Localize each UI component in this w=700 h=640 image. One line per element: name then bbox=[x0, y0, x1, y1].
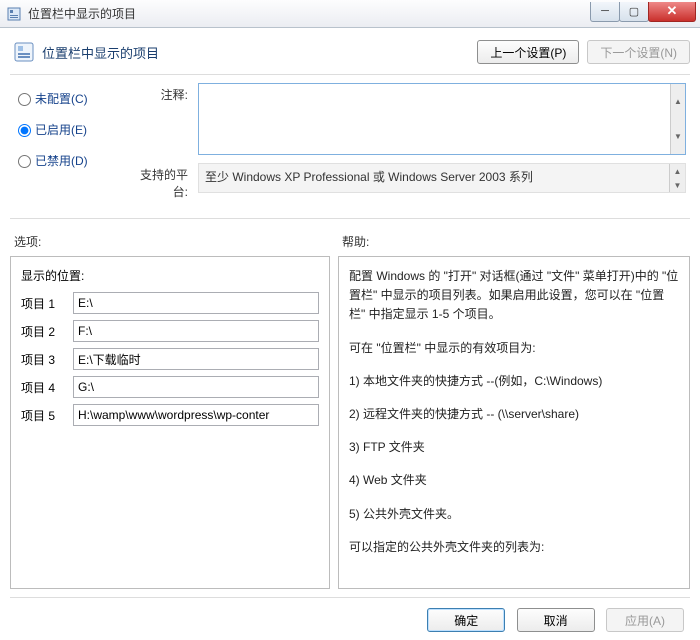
item-2-input[interactable] bbox=[73, 320, 319, 342]
comment-textarea[interactable] bbox=[198, 83, 686, 155]
state-radio-group: 未配置(C) 已启用(E) 已禁用(D) bbox=[18, 83, 128, 208]
maximize-button[interactable]: ▢ bbox=[619, 2, 649, 22]
help-label: 帮助: bbox=[342, 233, 369, 250]
page-title: 位置栏中显示的项目 bbox=[42, 43, 469, 62]
policy-icon bbox=[14, 42, 34, 62]
window-buttons: ─ ▢ ✕ bbox=[591, 2, 696, 22]
minimize-button[interactable]: ─ bbox=[590, 2, 620, 22]
comment-scrollbar[interactable]: ▲▼ bbox=[670, 83, 686, 155]
help-text: 3) FTP 文件夹 bbox=[349, 438, 679, 457]
radio-enabled[interactable]: 已启用(E) bbox=[18, 114, 128, 145]
help-text: 5) 公共外壳文件夹。 bbox=[349, 505, 679, 524]
ok-button[interactable]: 确定 bbox=[427, 608, 505, 632]
prev-setting-button[interactable]: 上一个设置(P) bbox=[477, 40, 579, 64]
options-section-title: 显示的位置: bbox=[21, 267, 319, 284]
help-text: 配置 Windows 的 "打开" 对话框(通过 "文件" 菜单打开)中的 "位… bbox=[349, 267, 679, 325]
options-label: 选项: bbox=[14, 233, 342, 250]
options-pane: 显示的位置: 项目 1 项目 2 项目 3 项目 4 项目 5 bbox=[10, 256, 330, 589]
platform-scrollbar[interactable]: ▲▼ bbox=[669, 164, 685, 192]
app-icon bbox=[6, 6, 22, 22]
help-text: 可在 "位置栏" 中显示的有效项目为: bbox=[349, 339, 679, 358]
apply-button: 应用(A) bbox=[606, 608, 684, 632]
help-text: 可以指定的公共外壳文件夹的列表为: bbox=[349, 538, 679, 557]
item-label: 项目 5 bbox=[21, 407, 73, 424]
platform-box: 至少 Windows XP Professional 或 Windows Ser… bbox=[198, 163, 686, 193]
help-text: 1) 本地文件夹的快捷方式 --(例如，C:\Windows) bbox=[349, 372, 679, 391]
cancel-button[interactable]: 取消 bbox=[517, 608, 595, 632]
comment-label: 注释: bbox=[128, 83, 198, 155]
item-1-input[interactable] bbox=[73, 292, 319, 314]
help-text: 4) Web 文件夹 bbox=[349, 471, 679, 490]
item-5-input[interactable] bbox=[73, 404, 319, 426]
item-label: 项目 4 bbox=[21, 379, 73, 396]
close-button[interactable]: ✕ bbox=[648, 2, 696, 22]
platform-label: 支持的平台: bbox=[128, 163, 198, 200]
help-text: 2) 远程文件夹的快捷方式 -- (\\server\share) bbox=[349, 405, 679, 424]
window-title: 位置栏中显示的项目 bbox=[28, 5, 591, 22]
titlebar: 位置栏中显示的项目 ─ ▢ ✕ bbox=[0, 0, 700, 28]
item-label: 项目 3 bbox=[21, 351, 73, 368]
item-3-input[interactable] bbox=[73, 348, 319, 370]
next-setting-button: 下一个设置(N) bbox=[587, 40, 690, 64]
platform-value: 至少 Windows XP Professional 或 Windows Ser… bbox=[205, 170, 533, 184]
item-label: 项目 1 bbox=[21, 295, 73, 312]
item-4-input[interactable] bbox=[73, 376, 319, 398]
radio-not-configured[interactable]: 未配置(C) bbox=[18, 83, 128, 114]
item-label: 项目 2 bbox=[21, 323, 73, 340]
radio-disabled[interactable]: 已禁用(D) bbox=[18, 145, 128, 176]
help-pane: 配置 Windows 的 "打开" 对话框(通过 "文件" 菜单打开)中的 "位… bbox=[338, 256, 690, 589]
